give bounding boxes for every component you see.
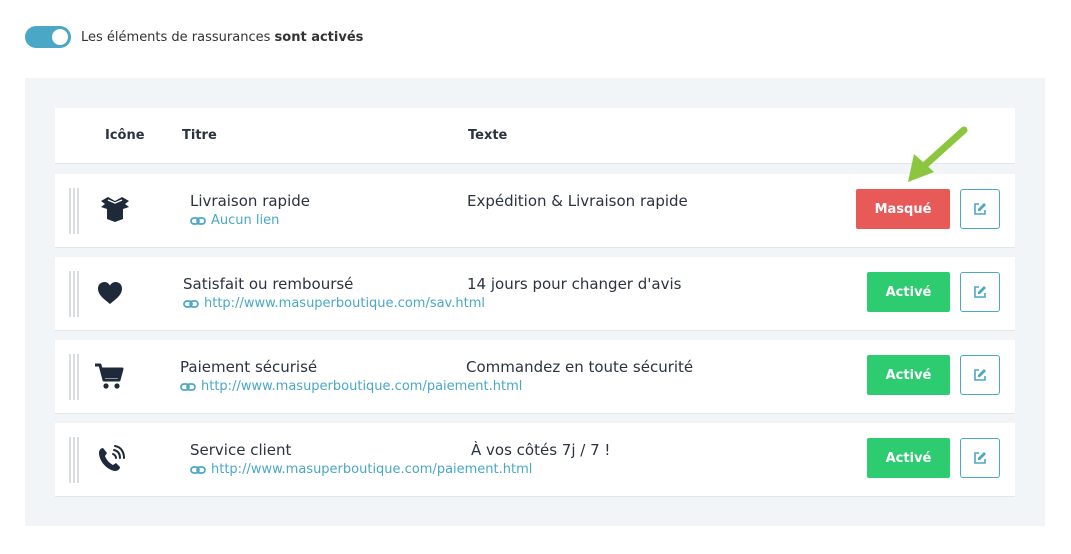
row-link[interactable]: http://www.masuperboutique.com/paiement.… [180,379,522,394]
link-icon [183,299,199,308]
row-text: Commandez en toute sécurité [466,358,694,376]
row-title: Paiement sécurisé [180,358,318,376]
edit-button[interactable] [960,272,1000,312]
toggle-label-status: sont activés [274,29,364,45]
status-button-active[interactable]: Activé [867,355,950,395]
column-header-text: Texte [468,128,508,143]
row-text: À vos côtés 7j / 7 ! [471,441,611,459]
row-link-text: Aucun lien [211,213,280,228]
rassurance-toggle-row: Les éléments de rassurances sont activés [25,26,363,48]
drag-handle[interactable] [69,354,81,400]
toggle-knob [52,29,68,45]
table-row: Satisfait ou remboursé http://www.masupe… [55,257,1015,331]
edit-button[interactable] [960,189,1000,229]
edit-icon [974,203,986,215]
column-header-icon: Icône [105,128,145,143]
status-button-active[interactable]: Activé [867,438,950,478]
rassurance-panel: Icône Titre Texte Livraison rapide Aucun… [25,78,1045,526]
row-text: 14 jours pour changer d'avis [467,275,682,293]
cart-icon [93,360,125,392]
drag-handle[interactable] [69,271,81,317]
drag-handle[interactable] [69,437,81,483]
status-button-active[interactable]: Activé [867,272,950,312]
rassurance-toggle[interactable] [25,26,71,48]
link-icon [190,465,206,474]
annotation-arrow-icon [908,126,968,182]
edit-button[interactable] [960,438,1000,478]
status-button-hidden[interactable]: Masqué [856,189,950,229]
toggle-label: Les éléments de rassurances sont activés [81,30,363,45]
table-row: Livraison rapide Aucun lien Expédition &… [55,174,1015,248]
table-header: Icône Titre Texte [55,108,1015,164]
edit-icon [974,369,986,381]
link-icon [180,382,196,391]
row-link-text: http://www.masuperboutique.com/sav.html [204,296,485,311]
heart-icon [94,277,126,309]
edit-icon [974,452,986,464]
row-link[interactable]: http://www.masuperboutique.com/sav.html [183,296,485,311]
row-link[interactable]: Aucun lien [190,213,279,228]
row-title: Livraison rapide [190,192,310,210]
edit-button[interactable] [960,355,1000,395]
phone-icon [95,443,127,475]
column-header-title: Titre [182,128,217,143]
drag-handle[interactable] [69,188,81,234]
row-title: Satisfait ou remboursé [183,275,354,293]
link-icon [190,216,206,225]
row-title: Service client [190,441,292,459]
row-link-text: http://www.masuperboutique.com/paiement.… [201,379,523,394]
table-row: Service client http://www.masuperboutiqu… [55,423,1015,497]
box-icon [99,193,131,225]
table-row: Paiement sécurisé http://www.masuperbout… [55,340,1015,414]
row-link[interactable]: http://www.masuperboutique.com/paiement.… [190,462,532,477]
edit-icon [974,286,986,298]
row-link-text: http://www.masuperboutique.com/paiement.… [211,462,533,477]
toggle-label-prefix: Les éléments de rassurances [81,29,271,45]
row-text: Expédition & Livraison rapide [467,192,688,210]
